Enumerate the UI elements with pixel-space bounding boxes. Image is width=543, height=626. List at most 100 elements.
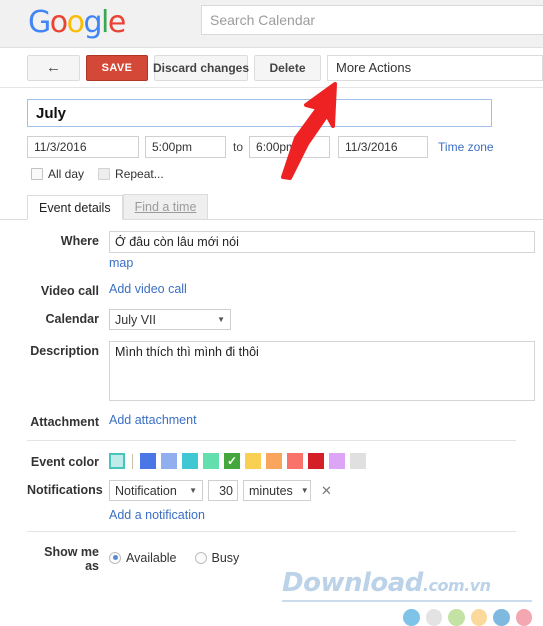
show-me-as-label: Show me as [44, 545, 99, 573]
editor-toolbar: ← SAVE Discard changes Delete More Actio… [0, 48, 543, 88]
notification-unit-select[interactable]: minutes ▼ [243, 480, 311, 501]
event-editor-body: to Time zone All day Repeat... Event det… [0, 88, 543, 573]
search-box[interactable] [201, 5, 543, 35]
attachment-row: Attachment Add attachment [0, 412, 543, 429]
where-label: Where [60, 234, 99, 248]
color-swatch-10[interactable] [350, 453, 366, 469]
radio-available[interactable]: Available [109, 551, 177, 565]
all-day-label: All day [48, 167, 85, 181]
to-label: to [233, 140, 244, 154]
notification-type-value: Notification [115, 483, 177, 498]
remove-notification-icon[interactable]: ✕ [321, 484, 332, 497]
color-swatch-1[interactable] [161, 453, 177, 469]
color-swatch-2[interactable] [182, 453, 198, 469]
description-label: Description [30, 344, 99, 358]
add-attachment-link[interactable]: Add attachment [109, 413, 197, 427]
event-options-row: All day Repeat... [0, 158, 543, 181]
search-input[interactable] [202, 6, 543, 34]
show-me-as-row: Show me as Available Busy [0, 542, 543, 573]
color-swatch-8[interactable] [308, 453, 324, 469]
start-time-input[interactable] [145, 136, 226, 158]
radio-busy[interactable]: Busy [194, 551, 239, 565]
event-color-label: Event color [30, 455, 99, 469]
end-time-input[interactable] [249, 136, 331, 158]
notification-unit-value: minutes [249, 483, 293, 498]
start-date-input[interactable] [27, 136, 139, 158]
color-swatch-list: ✓ [109, 452, 535, 469]
notifications-label: Notifications [27, 483, 103, 497]
time-zone-link[interactable]: Time zone [438, 140, 494, 154]
chevron-down-icon: ▼ [217, 315, 225, 324]
watermark-dot-3 [470, 609, 487, 626]
attachment-label: Attachment [30, 415, 99, 429]
end-date-input[interactable] [338, 136, 429, 158]
tab-event-details[interactable]: Event details [27, 195, 123, 220]
save-button[interactable]: SAVE [86, 54, 148, 81]
color-swatch-7[interactable] [287, 453, 303, 469]
google-logo: Google [28, 5, 126, 40]
map-link[interactable]: map [109, 256, 133, 270]
logo-letter-o2: o [66, 5, 85, 40]
app-header: Google [0, 0, 543, 48]
repeat-label: Repeat... [115, 167, 164, 181]
color-swatch-4[interactable]: ✓ [224, 453, 240, 469]
color-swatch-0[interactable] [140, 453, 156, 469]
watermark-dot-0 [403, 609, 420, 626]
editor-tabs: Event details Find a time [0, 194, 543, 220]
watermark-text: Download.com.vn [282, 570, 538, 599]
more-actions-label: More Actions [336, 60, 412, 75]
where-row: Where map [0, 231, 543, 270]
notification-type-select[interactable]: Notification ▼ [109, 480, 203, 501]
video-call-label: Video call [40, 284, 99, 298]
check-icon: ✓ [226, 454, 238, 468]
discard-changes-button[interactable]: Discard changes [153, 54, 249, 81]
add-video-call-link[interactable]: Add video call [109, 282, 187, 296]
event-color-row: Event color ✓ [0, 452, 543, 469]
repeat-checkbox[interactable]: Repeat... [98, 167, 164, 181]
color-swatch-5[interactable] [245, 453, 261, 469]
more-actions-dropdown[interactable]: More Actions [327, 54, 543, 81]
tab-find-a-time[interactable]: Find a time [122, 194, 209, 219]
notifications-row: Notifications Notification ▼ minutes ▼ ✕… [0, 480, 543, 522]
back-button[interactable]: ← [27, 54, 80, 81]
watermark: Download.com.vn [282, 570, 538, 626]
all-day-checkbox[interactable]: All day [31, 167, 84, 181]
logo-letter-l: l [101, 5, 109, 40]
calendar-select[interactable]: July VII ▼ [109, 309, 231, 330]
event-datetime-row: to Time zone [0, 127, 543, 158]
watermark-dots [403, 609, 538, 626]
where-input[interactable] [109, 231, 535, 253]
color-swatch-3[interactable] [203, 453, 219, 469]
checkbox-icon [98, 168, 111, 180]
section-divider-2 [27, 531, 516, 532]
checkbox-icon [31, 168, 43, 180]
delete-button[interactable]: Delete [254, 54, 321, 81]
calendar-selected-value: July VII [115, 312, 156, 327]
notification-entry: Notification ▼ minutes ▼ ✕ [109, 480, 535, 501]
logo-letter-o1: o [49, 5, 68, 40]
watermark-dot-2 [448, 609, 465, 626]
current-event-color-swatch[interactable] [109, 453, 125, 469]
watermark-suffix: .com.vn [422, 576, 491, 595]
back-arrow-icon: ← [46, 58, 61, 76]
event-title-input[interactable] [27, 99, 492, 127]
color-swatch-6[interactable] [266, 453, 282, 469]
radio-icon [194, 551, 207, 564]
chevron-down-icon: ▼ [300, 486, 309, 495]
watermark-dot-4 [493, 609, 510, 626]
event-title-row [0, 88, 543, 127]
logo-letter-g: g [83, 5, 102, 40]
description-row: Description [0, 341, 543, 401]
radio-icon-selected [109, 551, 121, 564]
video-call-row: Video call Add video call [0, 281, 543, 298]
color-swatch-9[interactable] [329, 453, 345, 469]
section-divider [27, 440, 516, 441]
description-textarea[interactable] [109, 341, 535, 401]
logo-letter-G: G [28, 5, 51, 40]
notification-amount-input[interactable] [208, 480, 238, 501]
logo-letter-e: e [107, 5, 126, 40]
calendar-label: Calendar [45, 312, 100, 326]
add-notification-link[interactable]: Add a notification [109, 508, 205, 522]
swatch-separator [132, 453, 133, 469]
chevron-down-icon: ▼ [189, 486, 197, 495]
